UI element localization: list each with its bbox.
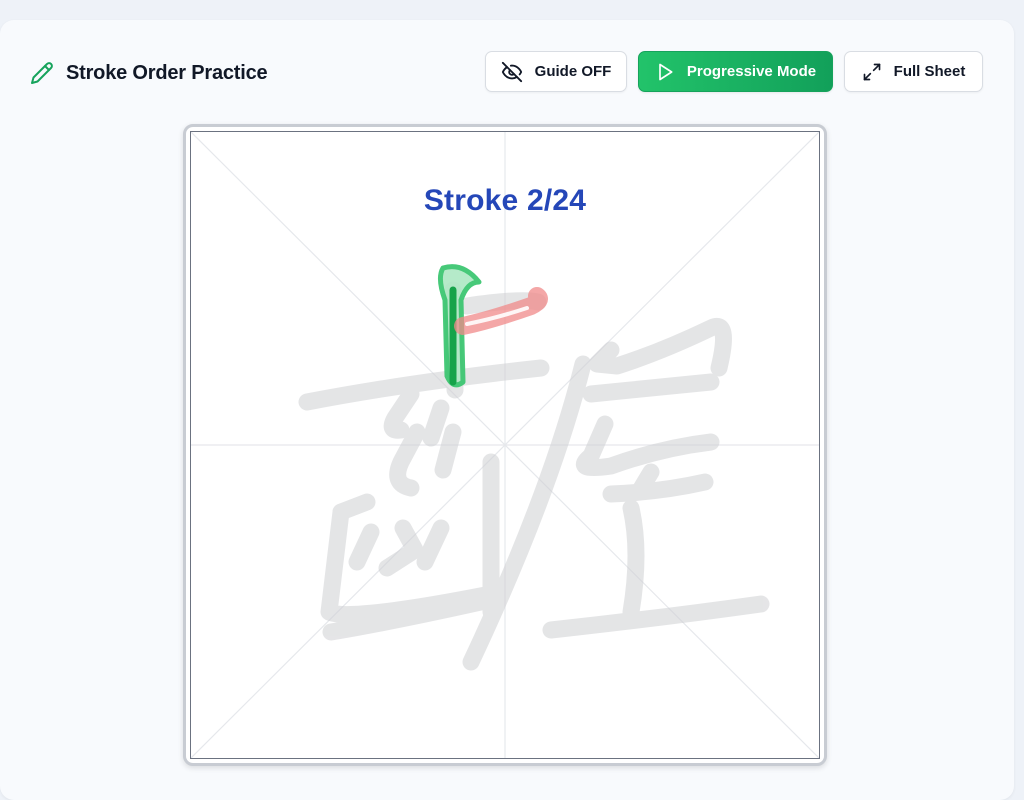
- page-title: Stroke Order Practice: [66, 61, 268, 84]
- stroke-counter: Stroke 2/24: [423, 184, 587, 217]
- progressive-mode-label: Progressive Mode: [686, 63, 817, 80]
- play-icon: [659, 63, 673, 80]
- eye-off-icon: [501, 61, 522, 82]
- progressive-mode-button[interactable]: Progressive Mode: [638, 51, 833, 92]
- practice-card: Stroke Order Practice Guide OFF Progress…: [0, 20, 1014, 800]
- guide-character: [298, 281, 770, 671]
- practice-canvas[interactable]: Stroke 2/24: [190, 131, 820, 759]
- guide-toggle-label: Guide OFF: [534, 63, 612, 80]
- practice-grid: [191, 132, 819, 758]
- practice-canvas-frame: Stroke 2/24: [183, 124, 827, 766]
- expand-icon: [863, 63, 880, 80]
- guide-toggle-button[interactable]: Guide OFF: [485, 51, 627, 92]
- full-sheet-label: Full Sheet: [893, 63, 966, 80]
- pencil-icon: [31, 62, 53, 84]
- full-sheet-button[interactable]: Full Sheet: [844, 51, 983, 92]
- practice-header: Stroke Order Practice: [30, 58, 268, 88]
